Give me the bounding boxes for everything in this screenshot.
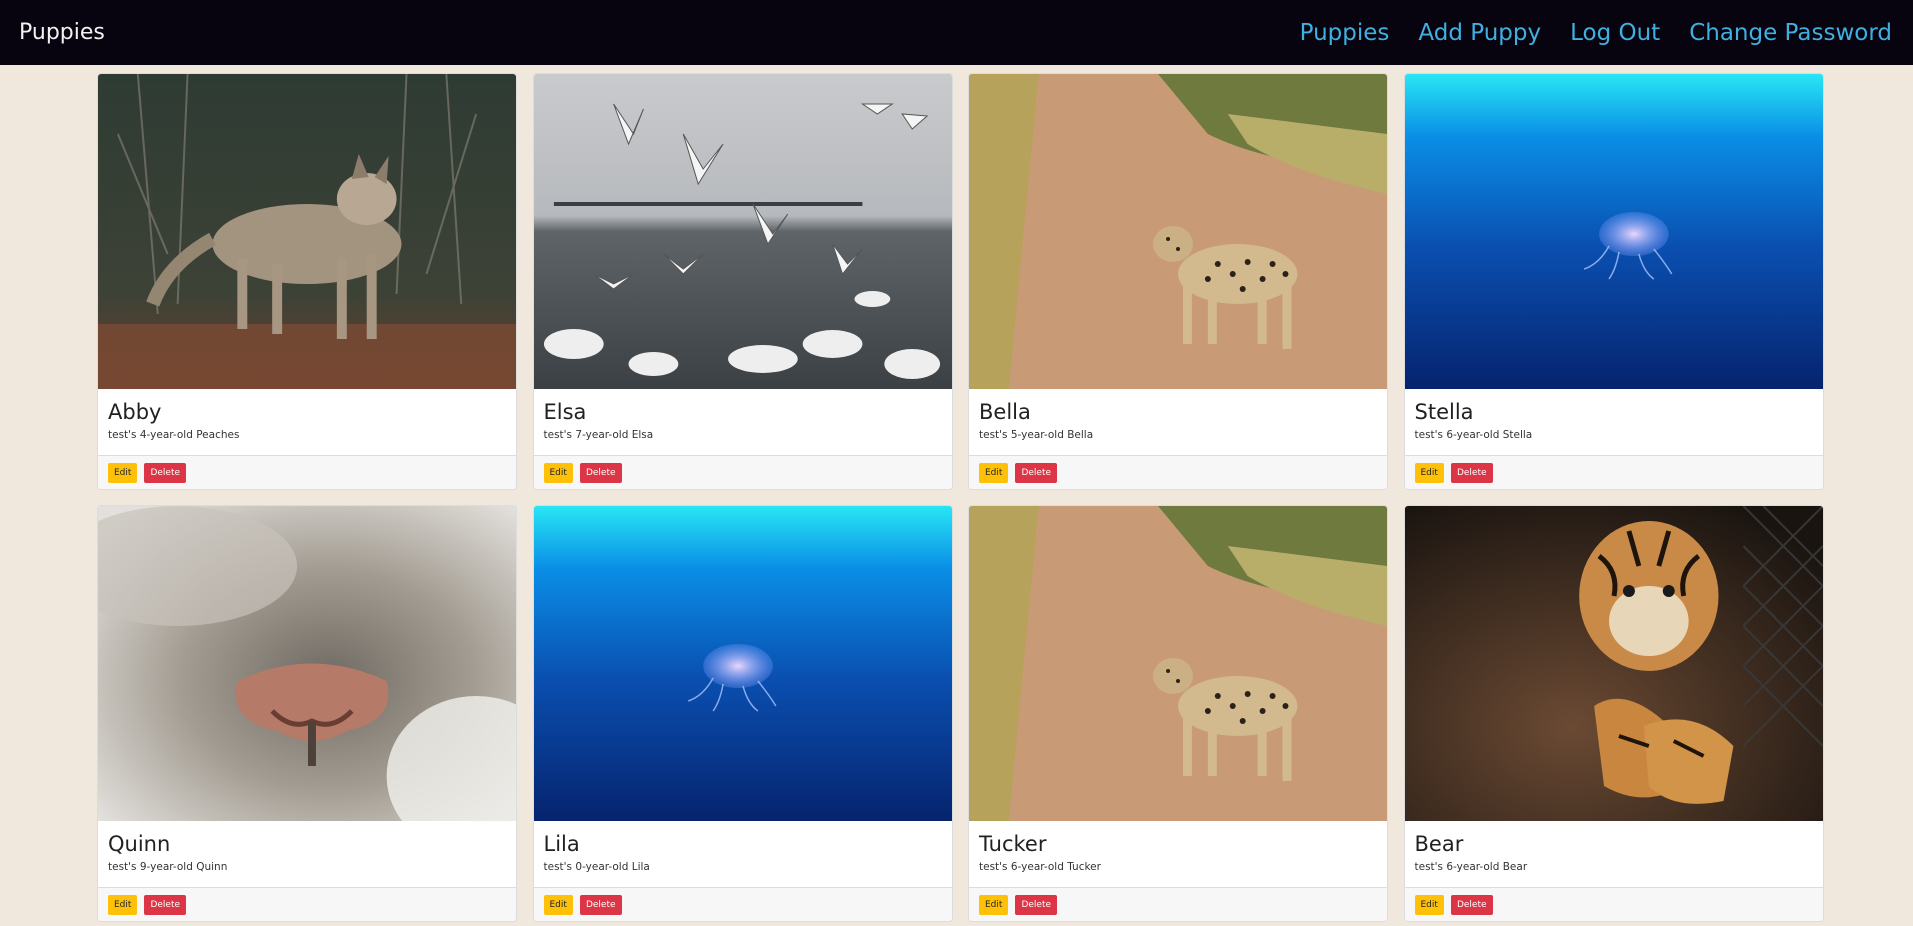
edit-button[interactable]: Edit	[979, 463, 1009, 483]
puppy-description: test's 6-year-old Bear	[1414, 861, 1528, 873]
puppy-card: Bear test's 6-year-old Bear Edit Delete	[1403, 505, 1824, 922]
edit-button[interactable]: Edit	[543, 895, 573, 915]
card-body: Elsa test's 7-year-old Elsa	[534, 389, 952, 455]
card-body: Abby test's 4-year-old Peaches	[98, 389, 516, 455]
edit-button[interactable]: Edit	[1414, 895, 1444, 915]
card-body: Quinn test's 9-year-old Quinn	[98, 821, 516, 887]
card-footer: Edit Delete	[969, 455, 1387, 489]
puppy-description: test's 4-year-old Peaches	[108, 429, 240, 441]
card-footer: Edit Delete	[1404, 887, 1823, 921]
card-body: Bear test's 6-year-old Bear	[1405, 821, 1823, 887]
card-body: Tucker test's 6-year-old Tucker	[969, 821, 1387, 887]
puppy-description: test's 5-year-old Bella	[979, 429, 1094, 441]
card-footer: Edit Delete	[98, 887, 516, 921]
nav-links: Puppies Add Puppy Log Out Change Passwor…	[1300, 19, 1892, 47]
edit-button[interactable]: Edit	[1414, 463, 1444, 483]
puppy-image	[969, 74, 1387, 389]
delete-button[interactable]: Delete	[579, 463, 622, 483]
nav-link-puppies[interactable]: Puppies	[1300, 19, 1390, 47]
nav-link-log-out[interactable]: Log Out	[1570, 19, 1660, 47]
puppy-card: Quinn test's 9-year-old Quinn Edit Delet…	[97, 505, 517, 922]
edit-button[interactable]: Edit	[543, 463, 573, 483]
card-footer: Edit Delete	[533, 887, 952, 921]
delete-button[interactable]: Delete	[144, 895, 187, 915]
puppy-name: Abby	[108, 400, 162, 424]
delete-button[interactable]: Delete	[144, 463, 187, 483]
puppy-name: Lila	[543, 832, 580, 856]
puppy-image	[1404, 506, 1823, 821]
delete-button[interactable]: Delete	[1450, 895, 1493, 915]
navbar: Puppies Puppies Add Puppy Log Out Change…	[0, 0, 1913, 65]
puppy-description: test's 6-year-old Tucker	[979, 861, 1101, 873]
puppy-description: test's 6-year-old Stella	[1414, 429, 1533, 441]
delete-button[interactable]: Delete	[1015, 463, 1058, 483]
puppy-image	[969, 506, 1387, 821]
puppy-name: Tucker	[979, 832, 1047, 856]
puppy-card: Abby test's 4-year-old Peaches Edit Dele…	[97, 73, 517, 490]
puppy-name: Quinn	[108, 832, 171, 856]
puppy-name: Elsa	[543, 400, 587, 424]
navbar-brand[interactable]: Puppies	[19, 19, 105, 47]
nav-link-change-password[interactable]: Change Password	[1689, 19, 1892, 47]
edit-button[interactable]: Edit	[108, 895, 138, 915]
nav-link-add-puppy[interactable]: Add Puppy	[1418, 19, 1541, 47]
puppy-image	[98, 74, 516, 389]
puppy-image	[98, 506, 516, 821]
delete-button[interactable]: Delete	[1450, 463, 1493, 483]
puppy-image	[533, 74, 952, 389]
card-footer: Edit Delete	[98, 455, 516, 489]
delete-button[interactable]: Delete	[579, 895, 622, 915]
card-body: Stella test's 6-year-old Stella	[1405, 389, 1823, 455]
edit-button[interactable]: Edit	[108, 463, 138, 483]
card-body: Lila test's 0-year-old Lila	[534, 821, 952, 887]
puppy-card: Stella test's 6-year-old Stella Edit Del…	[1403, 73, 1824, 490]
puppy-image	[533, 506, 952, 821]
puppy-name: Stella	[1414, 400, 1474, 424]
puppy-image	[1404, 74, 1823, 389]
puppy-description: test's 7-year-old Elsa	[543, 429, 654, 441]
card-footer: Edit Delete	[969, 887, 1387, 921]
puppy-name: Bella	[979, 400, 1031, 424]
edit-button[interactable]: Edit	[979, 895, 1009, 915]
card-footer: Edit Delete	[1404, 455, 1823, 489]
puppy-card: Tucker test's 6-year-old Tucker Edit Del…	[968, 505, 1388, 922]
puppy-grid: Abby test's 4-year-old Peaches Edit Dele…	[97, 73, 1824, 922]
delete-button[interactable]: Delete	[1015, 895, 1058, 915]
puppy-description: test's 9-year-old Quinn	[108, 861, 228, 873]
puppy-description: test's 0-year-old Lila	[543, 861, 650, 873]
puppy-card: Bella test's 5-year-old Bella Edit Delet…	[968, 73, 1388, 490]
card-footer: Edit Delete	[533, 455, 952, 489]
puppy-name: Bear	[1414, 832, 1464, 856]
puppy-card: Lila test's 0-year-old Lila Edit Delete	[532, 505, 953, 922]
puppy-card: Elsa test's 7-year-old Elsa Edit Delete	[532, 73, 953, 490]
card-body: Bella test's 5-year-old Bella	[969, 389, 1387, 455]
